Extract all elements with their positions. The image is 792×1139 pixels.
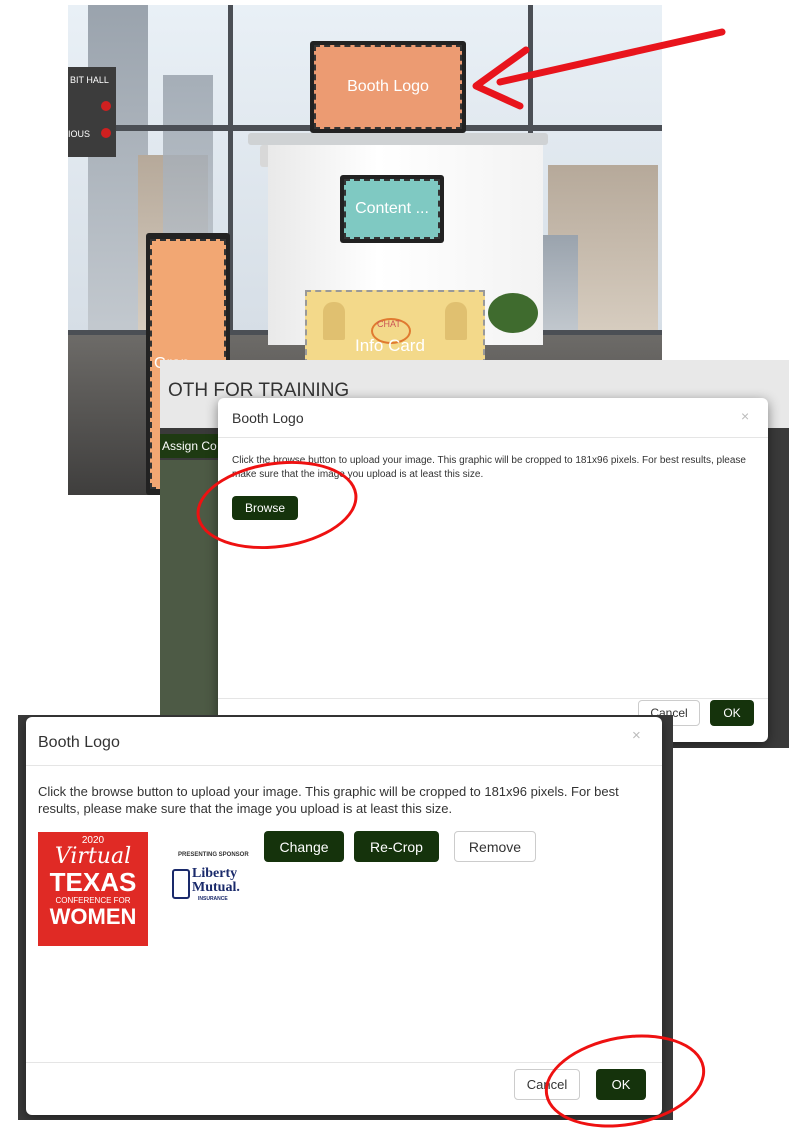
dialog-instructions: Click the browse button to upload your i… bbox=[38, 784, 619, 816]
mutual-label: Mutual. bbox=[192, 880, 240, 895]
content-slot[interactable]: Content ... bbox=[344, 179, 440, 239]
exhibit-hall-sign: BIT HALL IOUS bbox=[68, 67, 116, 157]
nav-arrow-icon[interactable] bbox=[101, 101, 111, 111]
content-label: Content ... bbox=[355, 200, 429, 217]
chat-label: CHAT bbox=[377, 319, 401, 329]
dialog-footer-divider bbox=[218, 698, 768, 699]
assign-tab-label: Assign Co bbox=[162, 439, 217, 453]
booth-editor-screenshot-1: OTH FOR TRAINING Assign Co Booth Logo × … bbox=[160, 360, 789, 748]
sign-label: IOUS bbox=[68, 129, 91, 139]
plant-icon bbox=[488, 293, 538, 333]
logo-women: WOMEN bbox=[49, 904, 137, 929]
close-icon[interactable]: × bbox=[741, 408, 749, 424]
remove-button[interactable]: Remove bbox=[454, 831, 536, 862]
booth-logo-slot[interactable]: Booth Logo bbox=[314, 45, 462, 129]
exhibit-hall-label: BIT HALL bbox=[70, 75, 109, 85]
info-card-slot[interactable]: CHAT Info Card bbox=[305, 290, 485, 365]
assign-tab[interactable]: Assign Co bbox=[160, 434, 220, 458]
dialog-divider bbox=[26, 765, 662, 766]
stool-icon bbox=[323, 302, 345, 340]
liberty-label: Liberty bbox=[192, 866, 238, 881]
stool-icon bbox=[445, 302, 467, 340]
red-arrow-icon bbox=[472, 28, 726, 110]
close-icon[interactable]: × bbox=[632, 727, 641, 744]
logo-texas: TEXAS bbox=[49, 867, 137, 897]
recrop-button[interactable]: Re-Crop bbox=[354, 831, 439, 862]
booth-header-bar bbox=[248, 133, 548, 145]
skyline-building bbox=[538, 235, 578, 335]
dialog-divider bbox=[218, 437, 768, 438]
ok-button[interactable]: OK bbox=[710, 700, 754, 726]
booth-logo-label: Booth Logo bbox=[347, 78, 429, 95]
dialog-title: Booth Logo bbox=[38, 734, 120, 751]
booth-logo-dialog: Booth Logo × Click the browse button to … bbox=[218, 398, 768, 742]
nav-arrow-icon[interactable] bbox=[101, 128, 111, 138]
insurance-label: INSURANCE bbox=[198, 896, 228, 902]
uploaded-logo-preview: 2020 Virtual TEXAS CONFERENCE FOR WOMEN bbox=[38, 832, 148, 946]
logo-virtual: Virtual bbox=[54, 844, 132, 869]
statue-of-liberty-icon bbox=[172, 869, 190, 899]
change-button[interactable]: Change bbox=[264, 831, 344, 862]
dialog-title: Booth Logo bbox=[232, 410, 304, 426]
info-card-label: Info Card bbox=[355, 336, 425, 355]
presenting-sponsor-label: PRESENTING SPONSOR bbox=[178, 852, 249, 858]
